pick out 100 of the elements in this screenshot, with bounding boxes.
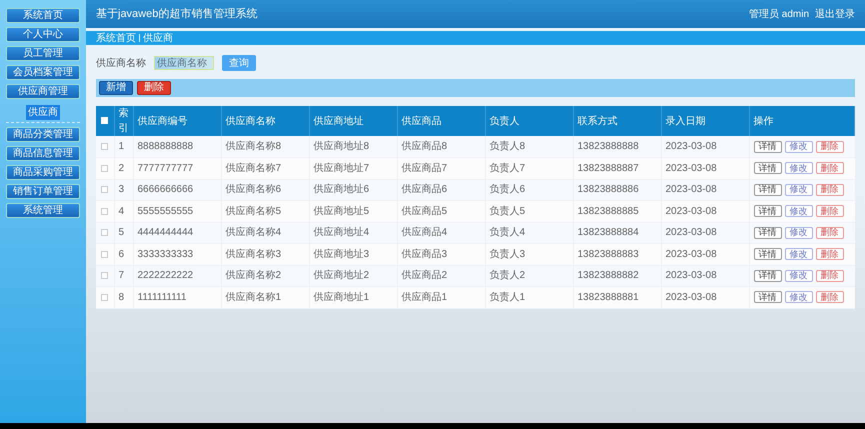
detail-button[interactable]: 详情 <box>754 248 782 260</box>
edit-button[interactable]: 修改 <box>784 162 812 174</box>
row-checkbox[interactable] <box>101 229 108 236</box>
table-cell: 13823888885 <box>578 206 639 217</box>
edit-button[interactable]: 修改 <box>784 248 812 260</box>
submenu-item[interactable]: 供应商 <box>26 105 60 120</box>
table-cell: 5555555555 <box>138 206 194 217</box>
delete-button[interactable]: 删除 <box>816 248 844 260</box>
sidebar-item[interactable]: 会员档案管理 <box>6 65 80 80</box>
table-cell: 供应商地址5 <box>314 206 370 217</box>
table-cell: 供应商地址6 <box>314 184 370 196</box>
table-cell: 13823888883 <box>578 248 639 260</box>
table-cell: 供应商品2 <box>402 270 448 282</box>
row-checkbox[interactable] <box>101 272 108 280</box>
breadcrumb-link[interactable]: 系统首页 <box>96 30 136 46</box>
table-cell: 2023-03-08 <box>666 227 717 238</box>
edit-button[interactable]: 修改 <box>784 226 812 239</box>
table-cell: 1 <box>118 141 124 152</box>
row-checkbox[interactable] <box>101 142 108 150</box>
column-header: 供应商编号 <box>138 116 188 126</box>
table-cell: 负责人2 <box>490 270 526 282</box>
delete-button[interactable]: 删除 <box>816 226 844 239</box>
sidebar-item[interactable]: 销售订单管理 <box>6 184 80 199</box>
table-cell: 3 <box>118 184 124 196</box>
sidebar-item[interactable]: 个人中心 <box>6 27 80 42</box>
sidebar-item[interactable]: 商品信息管理 <box>6 146 80 161</box>
table-cell: 供应商品8 <box>402 141 448 152</box>
table-cell: 供应商地址4 <box>314 227 370 238</box>
delete-button[interactable]: 删除 <box>816 205 844 218</box>
table-cell: 2222222222 <box>138 270 194 282</box>
table-cell: 负责人6 <box>490 184 526 196</box>
table-cell: 2023-03-08 <box>666 162 717 174</box>
delete-button[interactable]: 删除 <box>137 81 171 95</box>
edit-button[interactable]: 修改 <box>784 291 812 304</box>
column-header: 供应商地址 <box>314 116 364 126</box>
add-button[interactable]: 新增 <box>99 81 133 95</box>
table-cell: 13823888884 <box>578 227 639 238</box>
select-all-checkbox[interactable] <box>101 117 108 124</box>
table-cell: 供应商品7 <box>402 162 448 174</box>
logout-link[interactable]: 退出登录 <box>815 6 855 22</box>
column-header: 录入日期 <box>666 116 706 126</box>
delete-button[interactable]: 删除 <box>816 291 844 304</box>
sidebar-item[interactable]: 供应商管理 <box>6 84 80 99</box>
table-cell: 8 <box>118 292 124 303</box>
table-cell: 负责人5 <box>490 206 526 217</box>
table-cell: 供应商品1 <box>402 292 448 303</box>
delete-button[interactable]: 删除 <box>816 140 844 152</box>
table-cell: 6666666666 <box>138 184 194 196</box>
table-cell: 1111111111 <box>138 292 186 303</box>
table-cell: 负责人7 <box>490 162 526 174</box>
table-cell: 7 <box>118 270 124 282</box>
row-checkbox[interactable] <box>101 208 108 215</box>
sidebar-item[interactable]: 系统管理 <box>6 203 80 218</box>
edit-button[interactable]: 修改 <box>784 140 812 152</box>
sidebar-item[interactable]: 系统首页 <box>6 8 80 23</box>
table-cell: 供应商名称2 <box>226 270 282 282</box>
column-header: 索引 <box>118 108 128 134</box>
table-cell: 2023-03-08 <box>666 270 717 282</box>
sidebar-item[interactable]: 商品采购管理 <box>6 165 80 180</box>
table-cell: 7777777777 <box>138 162 194 174</box>
search-field[interactable]: 供应商名称 <box>154 56 214 70</box>
detail-button[interactable]: 详情 <box>754 184 782 196</box>
edit-button[interactable]: 修改 <box>784 270 812 282</box>
table-cell: 供应商名称5 <box>226 206 282 217</box>
detail-button[interactable]: 详情 <box>754 291 782 304</box>
row-checkbox[interactable] <box>101 294 108 301</box>
breadcrumb-link[interactable]: 供应商 <box>143 30 173 46</box>
edit-button[interactable]: 修改 <box>784 184 812 196</box>
delete-button[interactable]: 删除 <box>816 162 844 174</box>
column-header: 联系方式 <box>578 116 618 126</box>
table-cell: 2023-03-08 <box>666 206 717 217</box>
table-cell: 负责人3 <box>490 248 526 260</box>
table-cell: 供应商名称7 <box>226 162 282 174</box>
edit-button[interactable]: 修改 <box>784 205 812 218</box>
sidebar-item[interactable]: 商品分类管理 <box>6 127 80 142</box>
table-cell: 供应商名称8 <box>226 141 282 152</box>
detail-button[interactable]: 详情 <box>754 140 782 152</box>
search-button[interactable]: 查询 <box>222 55 256 71</box>
delete-button[interactable]: 删除 <box>816 270 844 282</box>
table-cell: 负责人4 <box>490 227 526 238</box>
detail-button[interactable]: 详情 <box>754 162 782 174</box>
table-cell: 8888888888 <box>138 141 194 152</box>
table-cell: 供应商名称1 <box>226 292 282 303</box>
table-cell: 供应商地址2 <box>314 270 370 282</box>
sidebar-item[interactable]: 员工管理 <box>6 46 80 61</box>
detail-button[interactable]: 详情 <box>754 205 782 218</box>
table-cell: 供应商名称6 <box>226 184 282 196</box>
table-cell: 4444444444 <box>138 227 194 238</box>
table-cell: 供应商地址3 <box>314 248 370 260</box>
delete-button[interactable]: 删除 <box>816 184 844 196</box>
row-checkbox[interactable] <box>101 186 108 194</box>
row-checkbox[interactable] <box>101 250 108 258</box>
row-checkbox[interactable] <box>101 164 108 172</box>
table-cell: 2 <box>118 162 124 174</box>
detail-button[interactable]: 详情 <box>754 226 782 239</box>
column-header: 供应商品 <box>402 116 442 126</box>
table-cell: 负责人8 <box>490 141 526 152</box>
detail-button[interactable]: 详情 <box>754 270 782 282</box>
table-cell: 3333333333 <box>138 248 194 260</box>
app-title: 基于javaweb的超市销售管理系统 <box>96 6 258 22</box>
